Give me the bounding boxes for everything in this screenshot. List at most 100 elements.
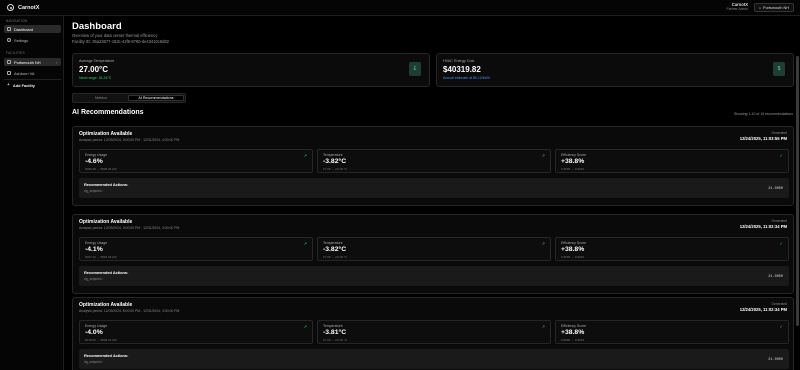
trend-icon: ↗ <box>541 153 545 158</box>
metric-label: Energy Usage <box>85 324 108 328</box>
recommended-actions: Recommended Actions: rtg_setpoint= 21.0000 <box>79 178 789 198</box>
sidebar-divider <box>4 79 61 80</box>
recommended-actions: Recommended Actions: rtg_setpoint= 21.0000 <box>79 349 789 369</box>
metric-energy-usage: Energy Usage -4.1% 6067.44 → 5819.18 kW ↗ <box>79 237 313 261</box>
sidebar-item-portsmouth[interactable]: Portsmouth NH › <box>4 58 61 66</box>
user-info[interactable]: CarnotX Partner Admin <box>727 2 748 12</box>
main-content: Dashboard Overview of your data center t… <box>64 16 800 370</box>
sidebar-item-label: Settings <box>14 37 29 43</box>
recommendation-card[interactable]: Optimization Available Analysis period: 1… <box>72 126 794 206</box>
metric-label: Temperature <box>323 324 343 328</box>
actions-title: Recommended Actions: <box>84 182 129 187</box>
analysis-period: Analysis period: 12/03/2024, 8:00:00 PM … <box>79 309 180 313</box>
metric-range: 0.6593 → 0.9156 <box>561 338 585 342</box>
generated-label: Generated <box>771 219 787 223</box>
scrollbar[interactable] <box>796 56 799 326</box>
stat-note: Annual estimate at $0.12/kWh <box>443 76 490 80</box>
add-facility-button[interactable]: + Add Facility <box>4 81 61 89</box>
metric-range: 6079.05 → 5836.21 kW <box>85 338 117 342</box>
generated-time: 12/24/2025, 11:03:55 PM <box>739 136 787 141</box>
stat-note: Ideal range: 18-24°C <box>79 76 112 80</box>
analysis-period: Analysis period: 12/03/2024, 9:00:00 PM … <box>79 138 180 142</box>
recommendations-title: AI Recommendations <box>72 109 144 116</box>
metric-label: Temperature <box>323 241 343 245</box>
sidebar-item-label: Portsmouth NH <box>14 59 41 65</box>
metric-label: Temperature <box>323 153 343 157</box>
sidebar-item-dashboard[interactable]: Dashboard <box>4 25 61 33</box>
building-icon <box>7 71 11 75</box>
recommendation-card[interactable]: Optimization Available Analysis period: 1… <box>72 297 794 370</box>
thermometer-icon: £ <box>409 62 421 76</box>
recommended-actions: Recommended Actions: rtg_setpoint= 21.0000 <box>79 266 789 286</box>
stat-value: 27.00°C <box>79 65 108 74</box>
metric-range: 6067.44 → 5819.18 kW <box>85 255 117 259</box>
add-facility-label: Add Facility <box>12 82 35 88</box>
page-subtitle: Overview of your data center thermal eff… <box>72 33 158 38</box>
sidebar-item-settings[interactable]: Settings <box>4 36 61 44</box>
metric-value: -3.81°C <box>323 329 347 336</box>
page-title: Dashboard <box>72 21 122 32</box>
actions-title: Recommended Actions: <box>84 270 129 275</box>
trend-icon: ↗ <box>303 241 307 246</box>
metric-range: 6080.48 → 5805.32 kW <box>85 167 117 171</box>
metric-value: -4.6% <box>85 158 103 165</box>
generated-label: Generated <box>771 131 787 135</box>
facility-selector-label: Portsmouth NH <box>763 5 789 10</box>
generated-time: 12/24/2025, 11:02:34 PM <box>739 307 787 312</box>
metric-range: 27.00 → 23.19 °C <box>323 338 347 342</box>
metric-value: -4.1% <box>85 246 103 253</box>
view-tabs: Metrics AI Recommendations <box>72 93 186 103</box>
metric-efficiency-score: Efficiency Score +38.8% 0.6593 → 0.9156 ✓ <box>555 149 789 173</box>
actions-text: rtg_setpoint= <box>84 360 103 364</box>
metric-temperature: Temperature -3.82°C 27.00 → 23.18 °C ↗ <box>317 237 551 261</box>
generated-time: 12/24/2025, 11:02:34 PM <box>739 224 787 229</box>
building-icon <box>7 60 11 64</box>
card-title: Optimization Available <box>79 302 133 308</box>
metric-efficiency-score: Efficiency Score +38.8% 0.6593 → 0.9156 ✓ <box>555 320 789 344</box>
actions-text: rtg_setpoint= <box>84 189 103 193</box>
metric-energy-usage: Energy Usage -4.6% 6080.48 → 5805.32 kW ↗ <box>79 149 313 173</box>
metric-value: +38.8% <box>561 329 585 336</box>
building-icon: ⌂ <box>758 5 762 10</box>
metric-range: 0.6593 → 0.9156 <box>561 255 585 259</box>
stat-label: Average Temperature <box>79 59 115 63</box>
card-title: Optimization Available <box>79 131 133 137</box>
dollar-icon: $ <box>773 62 785 76</box>
tab-metrics[interactable]: Metrics <box>74 95 128 101</box>
metric-range: 0.6593 → 0.9156 <box>561 167 585 171</box>
sidebar: NAVIGATION Dashboard Settings FACILITIES… <box>0 16 64 370</box>
settings-icon <box>7 38 11 42</box>
sidebar-item-ashburn[interactable]: Ashburn VA <box>4 69 61 77</box>
check-icon: ✓ <box>779 153 783 158</box>
metric-energy-usage: Energy Usage -4.0% 6079.05 → 5836.21 kW ↗ <box>79 320 313 344</box>
actions-text: rtg_setpoint= <box>84 277 103 281</box>
metric-value: -4.0% <box>85 329 103 336</box>
facility-id: Facility ID: 35a23677-153c-42f8-8780-de4… <box>72 39 169 44</box>
check-icon: ✓ <box>779 241 783 246</box>
check-icon: ✓ <box>779 324 783 329</box>
metric-label: Efficiency Score <box>561 324 587 328</box>
stat-value: $40319.82 <box>443 65 481 74</box>
metric-label: Energy Usage <box>85 153 108 157</box>
chevron-right-icon: › <box>55 59 57 65</box>
metric-range: 27.00 → 23.18 °C <box>323 167 347 171</box>
recommendation-card[interactable]: Optimization Available Analysis period: 1… <box>72 214 794 294</box>
sidebar-section-navigation: NAVIGATION <box>6 19 28 23</box>
stat-card-hvac-energy-cost: HVAC Energy Cost $40319.82 Annual estima… <box>436 53 794 87</box>
app-logo[interactable]: CarnotX <box>7 4 39 11</box>
logo-icon <box>7 4 14 11</box>
dashboard-icon <box>7 27 11 31</box>
metric-label: Energy Usage <box>85 241 108 245</box>
card-title: Optimization Available <box>79 219 133 225</box>
stat-card-average-temperature: Average Temperature 27.00°C Ideal range:… <box>72 53 430 87</box>
metric-label: Efficiency Score <box>561 153 587 157</box>
generated-label: Generated <box>771 302 787 306</box>
analysis-period: Analysis period: 12/03/2024, 9:00:00 PM … <box>79 226 180 230</box>
tab-ai-recommendations[interactable]: AI Recommendations <box>128 95 184 101</box>
user-role: Partner Admin <box>726 7 748 11</box>
top-bar: CarnotX CarnotX Partner Admin ⌂ Portsmou… <box>0 0 800 16</box>
trend-icon: ↗ <box>303 153 307 158</box>
sidebar-section-facilities: FACILITIES <box>6 51 25 55</box>
metric-value: +38.8% <box>561 158 585 165</box>
facility-selector[interactable]: ⌂ Portsmouth NH <box>753 3 794 12</box>
